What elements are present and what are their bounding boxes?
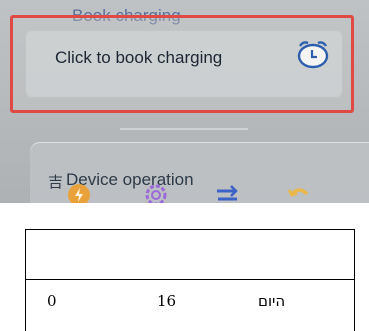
alarm-clock-icon[interactable] [295, 38, 331, 70]
data-table: 0 16 היום [25, 229, 355, 331]
app-screenshot: Book charging Click to book charging 吉 D… [0, 0, 369, 203]
divider [120, 128, 248, 130]
device-operation-glyph: 吉 [48, 173, 64, 191]
table-cell: 16 [157, 292, 177, 310]
table-header-row [26, 230, 354, 280]
power-icon[interactable] [66, 182, 92, 203]
table-cell: 0 [47, 292, 57, 310]
switch-icon[interactable] [214, 182, 240, 203]
book-charging-label: Click to book charging [55, 48, 223, 67]
table-area: 0 16 היום [0, 203, 369, 331]
settings-icon[interactable] [143, 182, 169, 203]
table-cell: היום [258, 292, 286, 310]
return-icon[interactable] [286, 182, 312, 203]
